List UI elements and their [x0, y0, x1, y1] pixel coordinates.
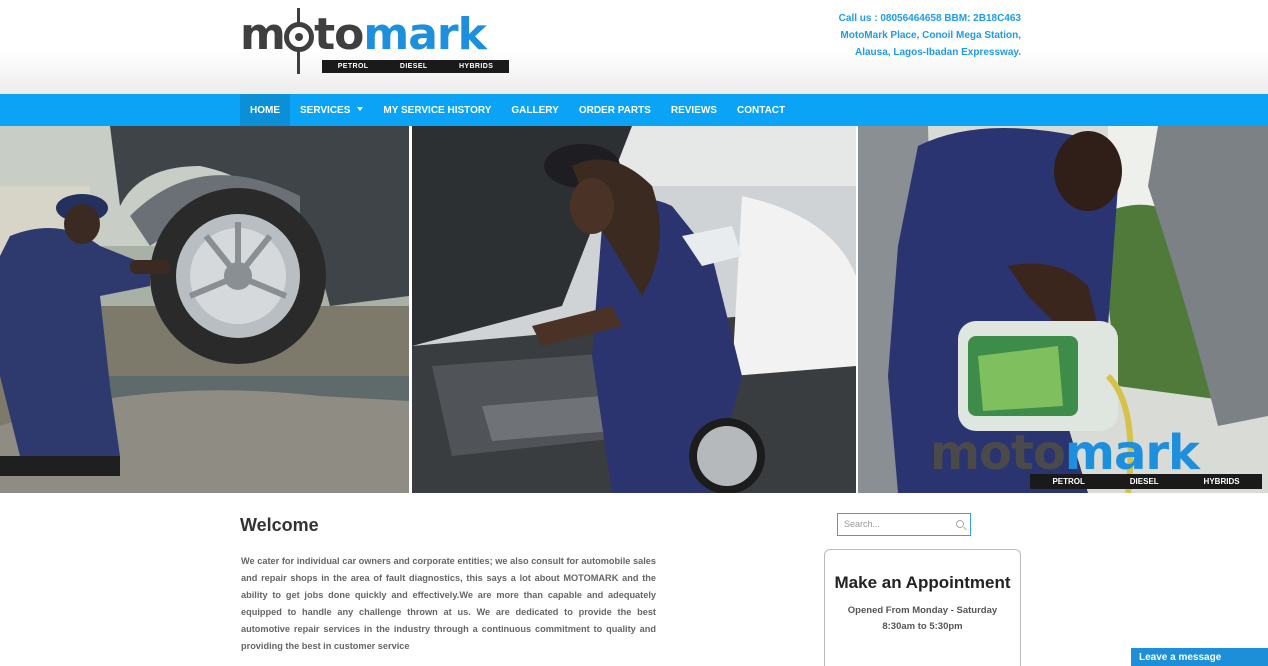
- header-contact-info: Call us : 08056464658 BBM: 2B18C463 Moto…: [781, 10, 1021, 61]
- hero-photo-engine-repair: [412, 126, 856, 493]
- chevron-down-icon: [357, 107, 364, 111]
- logo-tagline: PETROL DIESEL HYBRIDS: [322, 60, 509, 73]
- main-nav-bar: HOME SERVICES MY SERVICE HISTORY GALLERY…: [0, 94, 1268, 126]
- welcome-paragraph: We cater for individual car owners and c…: [241, 556, 656, 651]
- nav-my-service-history[interactable]: MY SERVICE HISTORY: [373, 94, 501, 126]
- logo-word-mark: mark: [363, 9, 486, 60]
- nav-home[interactable]: HOME: [240, 94, 290, 126]
- nav-contact-label: CONTACT: [736, 104, 786, 116]
- hero-tagline-diesel: DIESEL: [1129, 477, 1159, 486]
- logo-wordmark: motomark: [240, 9, 487, 60]
- leave-message-button[interactable]: Leave a message: [1131, 648, 1268, 666]
- hero-logo-mark: mark: [1064, 425, 1200, 481]
- nav-order-parts-label: ORDER PARTS: [578, 104, 651, 116]
- site-header: motomark PETROL DIESEL HYBRIDS Call us :…: [0, 0, 1268, 94]
- hero-logo-overlay: motomark PETROL DIESEL HYBRIDS: [930, 426, 1266, 492]
- nav-reviews[interactable]: REVIEWS: [661, 94, 727, 126]
- nav-home-label: HOME: [250, 104, 280, 116]
- nav-order-parts[interactable]: ORDER PARTS: [569, 94, 661, 126]
- hero-logo-moto: moto: [930, 425, 1066, 481]
- appointment-title: Make an Appointment: [834, 573, 1011, 592]
- search-icon[interactable]: [956, 520, 964, 528]
- steering-wheel-icon: [284, 22, 314, 52]
- nav-gallery[interactable]: GALLERY: [501, 94, 568, 126]
- nav-history-label: MY SERVICE HISTORY: [383, 104, 492, 116]
- nav-contact[interactable]: CONTACT: [727, 94, 795, 126]
- hero-tagline-petrol: PETROL: [1052, 477, 1085, 486]
- nav-services-label: SERVICES: [300, 104, 351, 116]
- nav-services[interactable]: SERVICES: [290, 94, 373, 126]
- search-input[interactable]: [838, 514, 948, 534]
- tagline-hybrids: HYBRIDS: [458, 63, 494, 70]
- opening-hours: Opened From Monday - Saturday 8:30am to …: [825, 603, 1020, 635]
- hero-photo-tyre-change: [0, 126, 409, 493]
- hero-banner: motomark PETROL DIESEL HYBRIDS: [0, 126, 1268, 493]
- nav-gallery-label: GALLERY: [511, 104, 559, 116]
- hero-logo-wordmark: motomark: [930, 425, 1200, 481]
- tagline-petrol: PETROL: [337, 63, 369, 70]
- tagline-diesel: DIESEL: [399, 63, 428, 70]
- appointment-card[interactable]: Make an Appointment Opened From Monday -…: [824, 549, 1021, 666]
- opening-times: 8:30am to 5:30pm: [882, 621, 963, 632]
- contact-phone: Call us : 08056464658 BBM: 2B18C463: [838, 13, 1021, 24]
- search-box: [837, 513, 971, 536]
- contact-address-2: Alausa, Lagos-Ibadan Expressway.: [855, 47, 1021, 58]
- hero-tagline-hybrids: HYBRIDS: [1203, 477, 1240, 486]
- welcome-heading: Welcome: [240, 515, 319, 535]
- contact-address-1: MotoMark Place, Conoil Mega Station,: [840, 30, 1021, 41]
- nav-reviews-label: REVIEWS: [670, 104, 717, 116]
- opening-days: Opened From Monday - Saturday: [847, 605, 998, 616]
- main-nav: HOME SERVICES MY SERVICE HISTORY GALLERY…: [240, 94, 795, 126]
- site-logo[interactable]: motomark PETROL DIESEL HYBRIDS: [240, 8, 512, 78]
- hero-logo-tagline: PETROL DIESEL HYBRIDS: [1030, 474, 1262, 489]
